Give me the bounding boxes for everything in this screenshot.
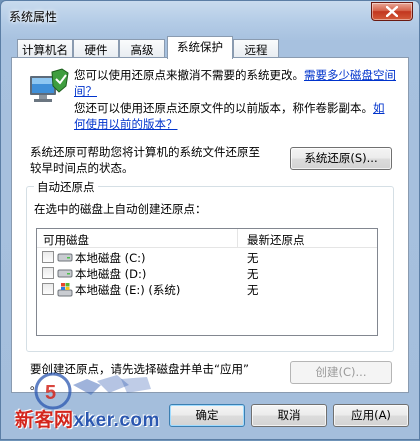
disk-name: 本地磁盘 (D:) xyxy=(75,267,147,281)
disk-e-checkbox[interactable] xyxy=(42,283,54,295)
cancel-button[interactable]: 取消 xyxy=(251,404,327,427)
hard-drive-icon xyxy=(57,253,73,262)
auto-restore-instruction: 在选中的磁盘上自动创建还原点： xyxy=(34,202,207,216)
disk-c-checkbox[interactable] xyxy=(42,251,54,263)
title-bar[interactable]: 系统属性 xyxy=(1,1,419,29)
close-icon xyxy=(386,6,398,17)
disk-d-checkbox[interactable] xyxy=(42,267,54,279)
latest-restore-point: 无 xyxy=(247,267,259,281)
tab-hardware[interactable]: 硬件 xyxy=(73,39,119,58)
table-row[interactable]: 本地磁盘 (D:) 无 xyxy=(37,265,377,281)
close-button[interactable] xyxy=(371,2,413,21)
create-restore-point-hint: 要创建还原点，请先选择磁盘并单击“应用” 。 xyxy=(30,362,249,392)
latest-restore-point: 无 xyxy=(247,283,259,297)
column-header-latest-restore-point[interactable]: 最新还原点 xyxy=(247,232,305,248)
system-protection-panel: 您可以使用还原点来撤消不需要的系统更改。需要多少磁盘空间 间？ 您还可以使用还原… xyxy=(11,57,409,393)
previous-versions-link[interactable]: 如 xyxy=(373,101,385,115)
system-restore-description: 系统还原可帮助您将计算机的系统文件还原至 较早时间点的状态。 xyxy=(30,145,260,175)
create-button[interactable]: 创建(C)... xyxy=(290,361,392,384)
system-protection-icon xyxy=(26,66,70,106)
system-restore-button[interactable]: 系统还原(S)... xyxy=(290,147,392,170)
tab-system-protection[interactable]: 系统保护 xyxy=(167,36,233,59)
latest-restore-point: 无 xyxy=(247,251,259,265)
windows-drive-icon xyxy=(57,283,73,297)
disk-name: 本地磁盘 (E:) (系统) xyxy=(75,283,181,297)
column-divider[interactable] xyxy=(237,229,238,247)
table-row[interactable]: 本地磁盘 (C:) 无 xyxy=(37,249,377,265)
disk-space-link-cont[interactable]: 间？ xyxy=(74,84,97,98)
watermark-text: 新客网xker.com xyxy=(15,410,160,431)
column-header-available-disks[interactable]: 可用磁盘 xyxy=(43,232,89,248)
window-title: 系统属性 xyxy=(9,10,58,24)
shadow-copy-info: 您还可以使用还原点还原文件的以前版本，称作卷影副本。如 何使用以前的版本？ xyxy=(74,100,404,132)
restore-points-info: 您可以使用还原点来撤消不需要的系统更改。需要多少磁盘空间 间？ xyxy=(74,67,404,99)
table-row[interactable]: 本地磁盘 (E:) (系统) 无 xyxy=(37,281,377,297)
auto-restore-group-label: 自动还原点 xyxy=(34,179,98,195)
apply-button[interactable]: 应用(A) xyxy=(333,404,409,427)
tab-remote[interactable]: 远程 xyxy=(233,39,279,58)
shadow-copy-text: 您还可以使用还原点还原文件的以前版本，称作卷影副本。 xyxy=(74,101,373,115)
disk-space-link[interactable]: 需要多少磁盘空间 xyxy=(304,68,396,82)
previous-versions-link-cont[interactable]: 何使用以前的版本？ xyxy=(74,117,178,131)
ok-button[interactable]: 确定 xyxy=(169,404,245,427)
system-properties-window: 系统属性 计算机名 硬件 高级 系统保护 远程 您可以使用还原点来撤消不需要的系… xyxy=(0,0,420,440)
tab-advanced[interactable]: 高级 xyxy=(119,39,165,58)
available-disks-list[interactable]: 可用磁盘 最新还原点 本地磁盘 (C:) 无 本地磁盘 (D:) 无 本地磁盘 … xyxy=(36,228,378,336)
restore-points-text: 您可以使用还原点来撤消不需要的系统更改。 xyxy=(74,68,304,82)
list-header: 可用磁盘 最新还原点 xyxy=(37,229,377,248)
hard-drive-icon xyxy=(57,269,73,278)
disk-name: 本地磁盘 (C:) xyxy=(75,251,146,265)
tab-computer-name[interactable]: 计算机名 xyxy=(17,39,73,58)
